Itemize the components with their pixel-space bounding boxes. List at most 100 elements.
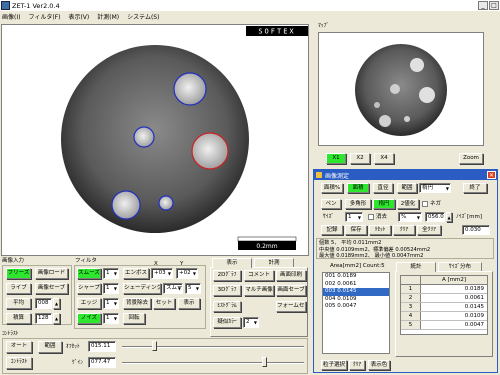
zoom-button[interactable]: Zoom	[459, 153, 483, 164]
average-value-field[interactable]: 008	[35, 298, 52, 309]
image-load-button[interactable]: 画像ロード	[35, 268, 68, 279]
threshold-spin-icon[interactable]: ▲	[446, 212, 452, 222]
offset-slider-thumb[interactable]	[152, 341, 157, 351]
display-color-button[interactable]: 表示色	[368, 360, 390, 370]
image-save-button[interactable]: 画像セーブ	[35, 283, 68, 294]
negative-checkbox[interactable]	[422, 201, 428, 207]
tab-display[interactable]: 表示	[212, 258, 252, 268]
offset-slider-track	[122, 346, 304, 348]
gain-value-field[interactable]: 077.47	[88, 357, 116, 368]
map-thumbnail	[355, 44, 447, 136]
menu-filter[interactable]: フィルタ(F)	[28, 12, 60, 21]
size-label: ｻｲｽﾞ	[323, 214, 335, 220]
average-button[interactable]: 平均	[6, 298, 31, 309]
edge-button[interactable]: エッジ	[77, 298, 101, 309]
diameter-button[interactable]: 直径	[373, 183, 393, 193]
list-item-selected[interactable]: 003 0.0145	[323, 288, 389, 296]
shape-select[interactable]: 楕円	[419, 183, 451, 193]
smooth-select[interactable]: 1	[103, 268, 119, 279]
range-measure-button[interactable]: 範囲	[397, 183, 417, 193]
zoom-x4-button[interactable]: X4	[374, 153, 394, 164]
size-select[interactable]: 1	[345, 212, 363, 222]
noise-button[interactable]: ノイズ	[77, 313, 101, 324]
polygon-button[interactable]: 多角形	[345, 199, 371, 209]
menu-system[interactable]: システム(S)	[127, 12, 159, 21]
edge-select[interactable]: 1	[103, 298, 119, 309]
close-icon[interactable]: ✕	[487, 171, 496, 179]
erase-label: 消去	[376, 214, 388, 220]
particle-select-button[interactable]: 粒子選択	[321, 360, 347, 370]
emboss-y-select[interactable]: +02	[176, 268, 198, 279]
image-view[interactable]: SOFTEX 0.2mm	[1, 24, 309, 256]
menu-view[interactable]: 表示(V)	[68, 12, 89, 21]
title-bar: ZET-1 Ver2.0.4 _ □	[0, 0, 500, 11]
filter-display-button[interactable]: 表示	[178, 298, 200, 309]
shading-button[interactable]: シェーディング	[123, 283, 161, 294]
comment-button[interactable]: コメント	[244, 270, 274, 281]
stats-table: A [mm2] 1 0.0189 2 0.0061 3 0.0145 4 0.0…	[400, 275, 488, 335]
shading-mode-select[interactable]: スムーズ	[163, 283, 183, 294]
list-item[interactable]: 001 0.0189	[323, 273, 389, 281]
record-button[interactable]: 記録	[321, 225, 343, 235]
zoom-x1-button[interactable]: X1	[326, 153, 346, 164]
gain-slider-thumb[interactable]	[262, 357, 267, 367]
range-button[interactable]: 範囲	[38, 341, 62, 353]
emboss-x-select[interactable]: +03	[151, 268, 173, 279]
histogram-button[interactable]: ﾋｽﾄｸﾞﾗﾑ	[213, 301, 241, 312]
noise-select[interactable]: 1	[103, 313, 119, 324]
menu-measure[interactable]: 計測(M)	[97, 12, 119, 21]
list-item[interactable]: 004 0.0109	[323, 296, 389, 304]
list-item[interactable]: 005 0.0047	[323, 303, 389, 311]
area-button[interactable]: 面積	[347, 183, 369, 193]
map-view[interactable]	[318, 32, 484, 146]
noise-mm-field[interactable]: 0.030	[462, 225, 490, 235]
screen-save-button[interactable]: 画面セーブ	[276, 285, 306, 296]
shading-value-select[interactable]: 5	[185, 283, 201, 294]
rotate-button[interactable]: 回転	[123, 313, 145, 324]
tab-statistics[interactable]: 統計	[396, 262, 436, 272]
menu-bar: 画像(I) フィルタ(F) 表示(V) 計測(M) システム(S)	[0, 11, 500, 22]
bg-remove-button[interactable]: 背景除去	[123, 298, 151, 309]
save-button[interactable]: 保存	[345, 225, 367, 235]
contrast-button[interactable]: ｺﾝﾄﾗｽﾄ	[6, 357, 32, 369]
zoom-x2-button[interactable]: X2	[350, 153, 370, 164]
maximize-icon[interactable]: □	[489, 1, 499, 10]
emboss-button[interactable]: エンボス	[123, 268, 149, 279]
auto-button[interactable]: オート	[6, 341, 32, 353]
pseudo-color-button[interactable]: 疑似ｶﾗｰ	[213, 317, 241, 328]
graph-2d-button[interactable]: 2Dｸﾞﾗﾌ	[213, 270, 241, 281]
pseudo-color-select[interactable]: 2	[243, 317, 259, 328]
graph-3d-button[interactable]: 3Dｸﾞﾗﾌ	[213, 285, 241, 296]
threshold-field[interactable]: 056.0	[425, 212, 445, 222]
accumulate-spin-icon[interactable]: ▲	[53, 313, 60, 324]
particle-clear-button[interactable]: ｸﾘｱ	[349, 360, 365, 370]
set-button[interactable]: セット	[153, 298, 175, 309]
minimize-icon[interactable]: _	[478, 1, 488, 10]
ellipse-button[interactable]: 楕円	[373, 199, 395, 209]
percent-select[interactable]: %	[398, 212, 422, 222]
pen-button[interactable]: ペン	[321, 199, 341, 209]
xray-image: SOFTEX 0.2mm	[61, 26, 308, 250]
menu-image[interactable]: 画像(I)	[2, 12, 20, 21]
average-spin-icon[interactable]: ▲	[53, 298, 60, 309]
area-percent-button[interactable]: 面積%	[321, 183, 343, 193]
image-print-button[interactable]: 画面印刷	[276, 270, 306, 281]
form-save-button[interactable]: フォームセーブ	[276, 301, 306, 312]
area-list[interactable]: 001 0.0189 002 0.0061 003 0.0145 004 0.0…	[322, 272, 390, 354]
clear-button[interactable]: ｸﾘｱ	[393, 225, 415, 235]
reset-button[interactable]: ﾘｾｯﾄ	[369, 225, 391, 235]
clear-all-button[interactable]: 全ｸﾘｱ	[417, 225, 441, 235]
smooth-button[interactable]: スムーズ	[77, 268, 101, 279]
accumulate-value-field[interactable]: 128	[35, 313, 52, 324]
erase-checkbox[interactable]	[368, 214, 374, 220]
freeze-button[interactable]: フリーズ	[6, 268, 31, 279]
accumulate-button[interactable]: 積算	[6, 313, 31, 324]
binarize-button[interactable]: 2値化	[397, 199, 419, 209]
sharp-select[interactable]: 1	[103, 283, 119, 294]
live-button[interactable]: ライブ	[6, 283, 31, 294]
multi-image-button[interactable]: マルチ画像	[244, 285, 274, 296]
sharp-button[interactable]: シャープ	[77, 283, 101, 294]
offset-value-field[interactable]: 015.11	[88, 341, 116, 352]
list-item[interactable]: 002 0.0061	[323, 281, 389, 289]
finish-button[interactable]: 終了	[463, 183, 487, 193]
